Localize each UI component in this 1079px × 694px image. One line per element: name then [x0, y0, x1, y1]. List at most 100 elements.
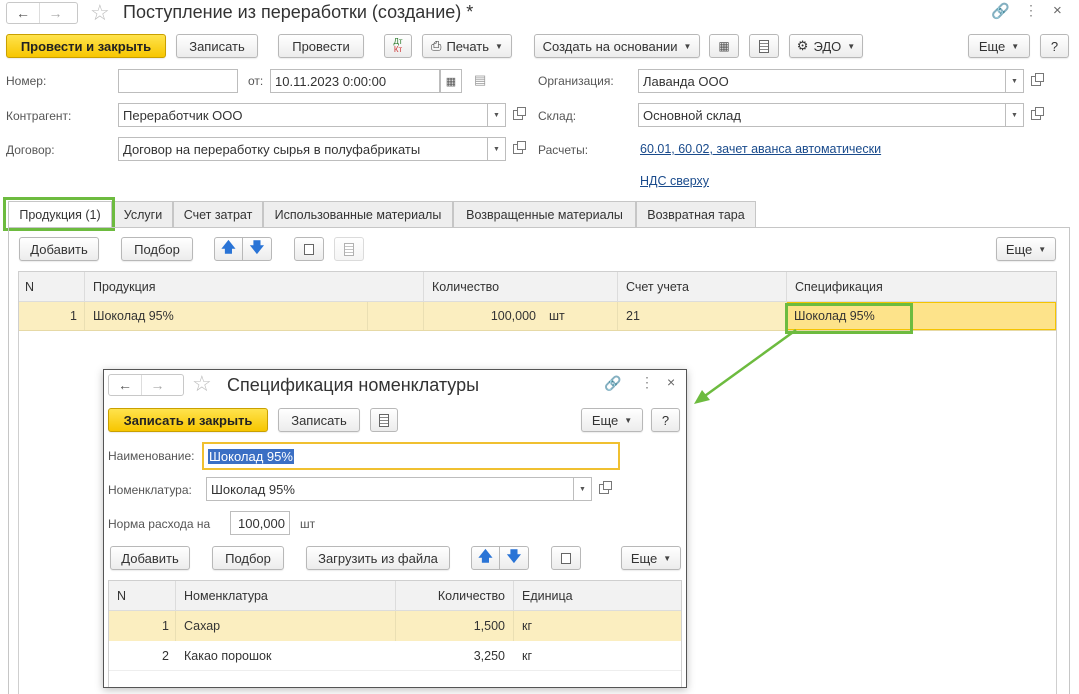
dialog-report-icon[interactable]: [370, 408, 398, 432]
spec-row-unit[interactable]: кг: [522, 611, 532, 641]
link-icon[interactable]: 🔗: [991, 2, 1010, 20]
pick-button[interactable]: Подбор: [121, 237, 193, 261]
report-list-icon[interactable]: [749, 34, 779, 58]
settlements-label: Расчеты:: [538, 143, 589, 157]
dialog-back-arrow-icon[interactable]: ←: [109, 375, 141, 395]
calendar-icon[interactable]: ▦: [440, 69, 462, 93]
col-account[interactable]: Счет учета: [626, 272, 689, 301]
save-button[interactable]: Записать: [176, 34, 258, 58]
settlements-link[interactable]: 60.01, 60.02, зачет аванса автоматически: [640, 142, 881, 156]
dialog-save-button[interactable]: Записать: [278, 408, 360, 432]
organization-input[interactable]: Лаванда ООО: [638, 69, 1006, 93]
paste-icon[interactable]: [334, 237, 364, 261]
spec-row-qty[interactable]: 3,250: [395, 641, 505, 670]
table-more-button[interactable]: Еще ▼: [996, 237, 1056, 261]
contractor-dropdown-icon[interactable]: ▼: [488, 103, 506, 127]
dialog-link-icon[interactable]: 🔗: [604, 375, 621, 392]
specification-dialog: ← → ☆ Спецификация номенклатуры 🔗 ⋮ × За…: [103, 369, 687, 688]
name-input[interactable]: Шоколад 95%: [202, 442, 620, 470]
spec-row-qty[interactable]: 1,500: [395, 611, 505, 641]
dialog-add-button[interactable]: Добавить: [110, 546, 190, 570]
dialog-more-dots-icon[interactable]: ⋮: [640, 374, 654, 391]
create-based-on-button[interactable]: Создать на основании ▼: [534, 34, 700, 58]
dialog-move-up-icon[interactable]: 🡅: [471, 546, 500, 570]
dialog-title: Спецификация номенклатуры: [227, 375, 480, 395]
warehouse-dropdown-icon[interactable]: ▼: [1006, 103, 1024, 127]
dialog-pick-button[interactable]: Подбор: [212, 546, 284, 570]
copy-icon[interactable]: [294, 237, 324, 261]
edo-button[interactable]: ⚙ ЭДО ▼: [789, 34, 863, 58]
more-dots-icon[interactable]: ⋮: [1024, 2, 1038, 19]
spec-col-n[interactable]: N: [117, 581, 126, 610]
comment-icon[interactable]: ▤: [474, 72, 486, 88]
vat-link[interactable]: НДС сверху: [640, 174, 709, 188]
close-icon[interactable]: ×: [1053, 2, 1062, 19]
tab-returnable-packaging[interactable]: Возвратная тара: [636, 201, 756, 227]
spec-row-unit[interactable]: кг: [522, 641, 532, 670]
spec-row-item[interactable]: Какао порошок: [184, 641, 271, 670]
contractor-input[interactable]: Переработчик ООО: [118, 103, 488, 127]
norm-label: Норма расхода на: [108, 517, 211, 531]
dialog-copy-icon[interactable]: [551, 546, 581, 570]
dialog-close-icon[interactable]: ×: [667, 374, 675, 390]
structure-icon[interactable]: ▦: [709, 34, 739, 58]
contract-open-icon[interactable]: [508, 137, 528, 161]
spec-col-unit[interactable]: Единица: [522, 581, 573, 610]
back-arrow-icon[interactable]: ←: [7, 3, 39, 23]
move-up-icon[interactable]: 🡅: [214, 237, 243, 261]
col-specification[interactable]: Спецификация: [795, 272, 883, 301]
page-title: Поступление из переработки (создание) *: [123, 2, 474, 22]
help-button[interactable]: ?: [1040, 34, 1069, 58]
save-and-close-button[interactable]: Записать и закрыть: [108, 408, 268, 432]
table-row[interactable]: 2 Какао порошок 3,250 кг: [109, 641, 681, 671]
tab-services[interactable]: Услуги: [113, 201, 173, 227]
dialog-move-down-icon[interactable]: 🡇: [500, 546, 529, 570]
item-dropdown-icon[interactable]: ▼: [574, 477, 592, 501]
dialog-favorite-star-icon[interactable]: ☆: [192, 371, 212, 397]
organization-open-icon[interactable]: [1026, 69, 1046, 93]
row-product[interactable]: Шоколад 95%: [93, 302, 174, 330]
history-nav: ← →: [6, 2, 78, 24]
norm-input[interactable]: 100,000: [230, 511, 290, 535]
item-open-icon[interactable]: [594, 477, 614, 501]
dialog-more-button[interactable]: Еще ▼: [581, 408, 643, 432]
col-product[interactable]: Продукция: [93, 272, 156, 301]
date-input[interactable]: 10.11.2023 0:00:00: [270, 69, 440, 93]
more-button[interactable]: Еще ▼: [968, 34, 1030, 58]
spec-highlight-frame: [785, 303, 913, 334]
move-down-icon[interactable]: 🡇: [243, 237, 272, 261]
number-input[interactable]: [118, 69, 238, 93]
spec-row-item[interactable]: Сахар: [184, 611, 220, 641]
row-number: 1: [70, 309, 77, 323]
contractor-open-icon[interactable]: [508, 103, 528, 127]
number-label: Номер:: [6, 74, 47, 88]
col-n[interactable]: N: [25, 272, 34, 301]
table-row[interactable]: 1 Сахар 1,500 кг: [109, 611, 681, 641]
tab-cost-account[interactable]: Счет затрат: [173, 201, 263, 227]
add-row-button[interactable]: Добавить: [19, 237, 99, 261]
contract-dropdown-icon[interactable]: ▼: [488, 137, 506, 161]
post-button[interactable]: Провести: [278, 34, 364, 58]
post-and-close-button[interactable]: Провести и закрыть: [6, 34, 166, 58]
dt-kt-icon[interactable]: Дт Кт: [384, 34, 412, 58]
print-button[interactable]: ⎙ Печать ▼: [422, 34, 512, 58]
load-from-file-button[interactable]: Загрузить из файла: [306, 546, 450, 570]
tab-used-materials[interactable]: Использованные материалы: [263, 201, 453, 227]
warehouse-open-icon[interactable]: [1026, 103, 1046, 127]
dialog-help-button[interactable]: ?: [651, 408, 680, 432]
tab-returned-materials[interactable]: Возвращенные материалы: [453, 201, 636, 227]
col-quantity[interactable]: Количество: [432, 272, 499, 301]
forward-arrow-icon[interactable]: →: [39, 3, 71, 23]
warehouse-input[interactable]: Основной склад: [638, 103, 1006, 127]
item-input[interactable]: Шоколад 95%: [206, 477, 574, 501]
organization-dropdown-icon[interactable]: ▼: [1006, 69, 1024, 93]
spec-col-item[interactable]: Номенклатура: [184, 581, 268, 610]
contract-input[interactable]: Договор на переработку сырья в полуфабри…: [118, 137, 488, 161]
row-quantity[interactable]: 100,000: [423, 302, 536, 330]
norm-unit: шт: [300, 517, 316, 531]
spec-col-qty[interactable]: Количество: [395, 581, 505, 610]
dialog-table-more-button[interactable]: Еще ▼: [621, 546, 681, 570]
dialog-forward-arrow-icon[interactable]: →: [141, 375, 173, 395]
row-account[interactable]: 21: [626, 302, 640, 330]
favorite-star-icon[interactable]: ☆: [90, 0, 110, 26]
